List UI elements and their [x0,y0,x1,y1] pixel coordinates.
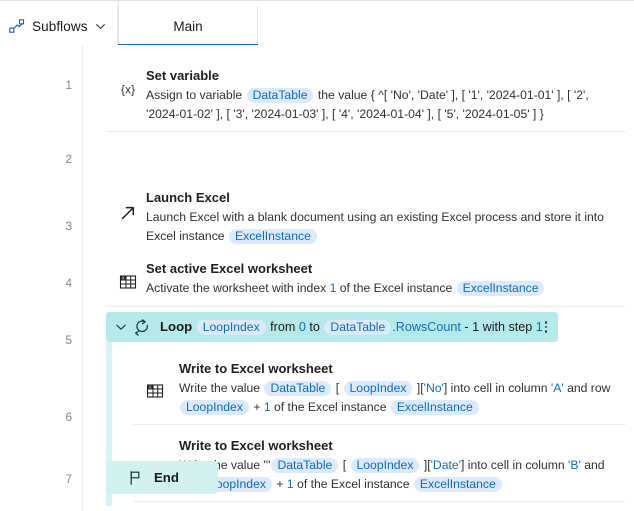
desc-seg-6: + [253,399,261,414]
subflows-button[interactable]: Subflows [0,6,118,46]
column-letter: 'B' [568,458,581,472]
loop-source-property: .RowsCount [392,320,461,334]
variable-pill-loopindex-row[interactable]: LoopIndex [180,399,249,415]
subflows-label: Subflows [32,18,88,34]
action-title: Launch Excel [146,190,230,205]
loop-minus-label: - 1 [464,320,480,334]
action-title: Set active Excel worksheet [146,261,313,276]
tab-main-label: Main [173,18,203,34]
action-description: Write the value DataTable [ LoopIndex ][… [179,379,616,416]
action-title: Set variable [146,68,219,83]
svg-text:X: X [149,385,152,390]
loop-source-pill[interactable]: DataTable [324,320,392,335]
action-card-set-variable[interactable]: {x} Set variable Assign to variable Data… [106,58,626,132]
desc-seg-2: [ [335,381,340,395]
gutter-divider [82,45,83,511]
loop-from-value: 0 [298,320,306,334]
set-variable-icon: {x} [114,67,142,97]
line-number-1: 1 [65,78,72,92]
loop-icon [134,318,151,336]
column-letter: 'A' [550,381,564,395]
subflows-icon [9,18,25,34]
column-key: 'Date' [430,458,462,472]
desc-seg-4: ] into cell in column [443,381,551,395]
excel-sheet-icon: X [141,360,169,400]
tab-strip: Main [118,6,634,47]
desc-seg-4: ] into cell in column [461,458,569,472]
desc-seg-2: [ [342,458,347,472]
variable-pill-excelinstance[interactable]: ExcelInstance [413,476,502,492]
line-number-4: 4 [65,276,72,290]
variable-pill-excelinstance[interactable]: ExcelInstance [390,399,479,415]
desc-text: Assign to variable [146,88,246,102]
desc-text: Launch Excel with a blank document using… [146,210,604,243]
action-description: Assign to variable DataTable the value {… [146,86,616,123]
line-number-7: 7 [65,472,72,486]
row-offset: 1 [286,476,294,491]
line-number-2: 2 [65,152,72,166]
loop-from-label: from [270,320,296,334]
loop-to-label: to [309,320,320,334]
more-options-icon[interactable] [540,319,552,335]
desc-seg-3: ][ [416,381,424,395]
loop-expression: Loop LoopIndex from 0 to DataTable .RowsC… [160,319,543,335]
loop-end-label: End [154,470,179,485]
desc-text-mid: of the Excel instance [336,281,456,295]
loop-step-label: with step [482,320,533,334]
line-number-6: 6 [65,410,72,424]
tab-main[interactable]: Main [118,6,258,47]
top-bar: Subflows Main [0,0,634,47]
variable-pill-loopindex[interactable]: LoopIndex [343,381,413,396]
svg-text:X: X [122,276,125,281]
chevron-down-icon[interactable] [95,21,106,32]
action-description: Write the value ''' DataTable [ LoopIndex… [179,456,616,493]
action-card-launch-excel[interactable]: Launch Excel Launch Excel with a blank d… [106,180,626,254]
variable-pill-datatable[interactable]: DataTable [264,381,332,396]
flag-icon [128,470,144,486]
loop-header[interactable]: Loop LoopIndex from 0 to DataTable .RowsC… [106,312,558,342]
loop-keyword: Loop [160,319,193,334]
desc-seg-7: of the Excel instance [293,476,413,491]
variable-pill-excelinstance[interactable]: ExcelInstance [456,281,545,296]
desc-seg-3: ][ [423,458,431,472]
row-offset: 1 [263,399,271,414]
action-title: Write to Excel worksheet [179,361,333,376]
line-number-5: 5 [65,333,72,347]
loop-end-block[interactable]: End [106,461,218,494]
desc-text: Activate the worksheet with index [146,281,330,295]
launch-arrow-icon [114,189,142,223]
desc-seg-5: and row [563,381,611,395]
variable-pill-excelinstance[interactable]: ExcelInstance [228,228,317,244]
variable-pill-loopindex[interactable]: LoopIndex [350,458,420,473]
flow-canvas: 1 2 3 4 5 6 7 {x} Set variable Assign to… [0,45,634,511]
svg-text:{x}: {x} [121,83,135,97]
column-key: 'No' [423,381,444,395]
action-card-set-active-worksheet[interactable]: X Set active Excel worksheet Activate th… [106,251,626,307]
desc-seg-7: of the Excel instance [270,399,390,414]
desc-seg-1: Write the value [179,381,264,395]
action-card-write-excel-no[interactable]: X Write to Excel worksheet Write the val… [133,351,626,425]
excel-sheet-icon: X [114,260,142,291]
action-title: Write to Excel worksheet [179,438,333,453]
chevron-down-icon[interactable] [115,321,127,333]
action-description: Activate the worksheet with index 1 of t… [146,279,616,298]
variable-pill-datatable[interactable]: DataTable [246,88,314,103]
variable-pill-datatable[interactable]: DataTable [271,458,339,473]
line-number-3: 3 [65,219,72,233]
desc-seg-6: + [276,476,284,491]
loop-index-pill[interactable]: LoopIndex [196,320,266,335]
action-description: Launch Excel with a blank document using… [146,208,616,245]
